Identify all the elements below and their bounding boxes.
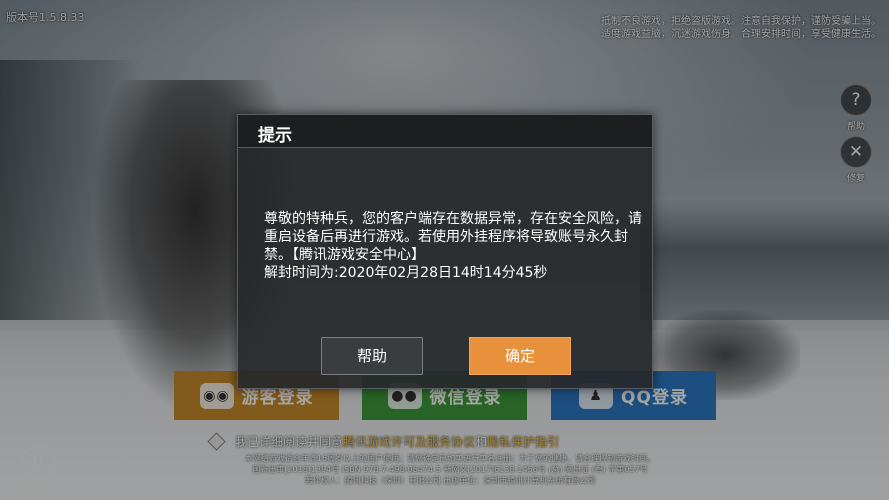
dialog-title: 提示 xyxy=(258,126,292,146)
dialog-body: 尊敬的特种兵，您的客户端存在数据异常，存在安全风险，请重启设备后再进行游戏。若使… xyxy=(264,210,644,282)
confirm-button[interactable]: 确定 xyxy=(469,337,571,375)
login-screen: 版本号1.5.8.33 抵制不良游戏，拒绝盗版游戏。注意自我保护，谨防受骗上当。… xyxy=(0,0,889,500)
help-button[interactable]: 帮助 xyxy=(321,337,423,375)
dialog-message: 尊敬的特种兵，您的客户端存在数据异常，存在安全风险，请重启设备后再进行游戏。若使… xyxy=(264,211,642,263)
dialog-unban-time: 解封时间为:2020年02月28日14时14分45秒 xyxy=(264,265,548,281)
dialog-header: 提示 xyxy=(238,115,652,148)
warning-dialog: 提示 尊敬的特种兵，您的客户端存在数据异常，存在安全风险，请重启设备后再进行游戏… xyxy=(237,114,653,389)
